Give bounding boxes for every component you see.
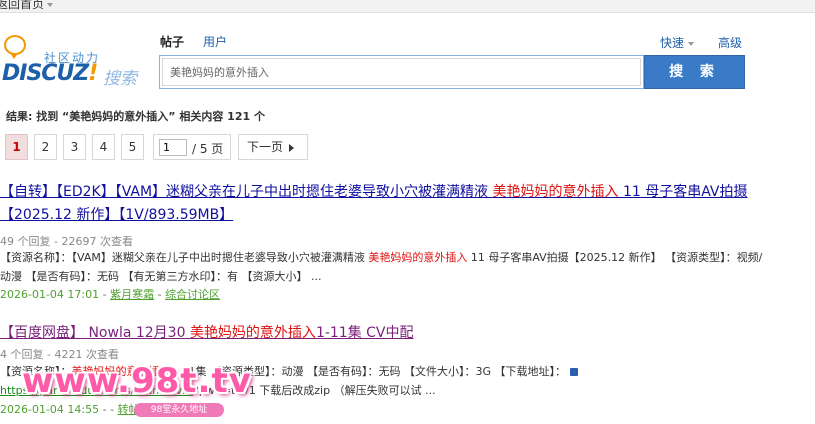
watermark-subtext: 98堂永久地址 [134, 403, 224, 417]
result-stats: 4 个回复 - 4221 次查看 [0, 348, 119, 361]
page-button[interactable]: 2 [34, 134, 57, 160]
search-button[interactable]: 搜 索 [644, 55, 745, 89]
next-page-button[interactable]: 下一页 [238, 134, 308, 160]
logo-brand-text: DISCUZ! [2, 61, 98, 86]
top-bar: 返回首页 [0, 0, 815, 13]
result-summary: 结果: 找到 “美艳妈妈的意外插入” 相关内容 121 个 [6, 110, 265, 123]
logo-brand-bang: ! [88, 61, 98, 86]
speech-bubble-icon [4, 35, 26, 59]
tab-posts[interactable]: 帖子 [160, 33, 184, 50]
back-home-label: 返回首页 [0, 0, 45, 11]
site-logo[interactable]: 社区动力 DISCUZ! 搜索 [0, 31, 150, 89]
back-home-link[interactable]: 返回首页 [0, 0, 54, 11]
arrow-right-icon [289, 143, 295, 152]
next-page-label: 下一页 [247, 140, 284, 154]
logo-brand-word: DISCUZ [2, 61, 89, 86]
title-text: 【自转】【ED2K】【VAM】迷糊父亲在儿子中出时摁住老婆导致小穴被灌满精液 [0, 184, 493, 200]
title-text: 【百度网盘】 Nowla 12月30 [0, 325, 190, 341]
author-link[interactable]: 紫月寒霜 [110, 288, 154, 301]
post-date: 2026-01-04 17:01 [0, 288, 100, 301]
result-title-link[interactable]: 【百度网盘】 Nowla 12月30 美艳妈妈的意外插入1-11集 CV中配 [0, 322, 765, 345]
tab-users[interactable]: 用户 [203, 33, 227, 50]
search-box [159, 55, 644, 89]
logo-search-word: 搜索 [103, 69, 137, 89]
title-highlight: 美艳妈妈的意外插入 [492, 184, 619, 200]
page-jump: / 5 页 [153, 134, 231, 160]
page-jump-input[interactable] [159, 139, 187, 156]
result-meta: 2026-01-04 17:01 - 紫月寒霜 - 综合讨论区 [0, 286, 220, 302]
result-title-link[interactable]: 【自转】【ED2K】【VAM】迷糊父亲在儿子中出时摁住老婆导致小穴被灌满精液 美… [0, 181, 765, 227]
lock-icon [569, 368, 578, 376]
meta-separator: - [154, 288, 166, 301]
chevron-down-icon [688, 41, 695, 46]
title-text: 1-11集 CV中配 [315, 325, 414, 341]
page-button[interactable]: 4 [92, 134, 115, 160]
page-button-current[interactable]: 1 [5, 134, 28, 160]
forum-link[interactable]: 综合讨论区 [165, 288, 220, 301]
result-stats: 49 个回复 - 22697 次查看 [0, 235, 133, 248]
quick-search-dropdown[interactable]: 快速 [660, 34, 695, 51]
result-snippet: 【资源名称】：【VAM】迷糊父亲在儿子中出时摁住老婆导致小穴被灌满精液 美艳妈妈… [0, 248, 770, 286]
search-result: 【自转】【ED2K】【VAM】迷糊父亲在儿子中出时摁住老婆导致小穴被灌满精液 美… [0, 181, 815, 303]
chevron-down-icon [47, 2, 54, 7]
snippet-highlight: 美艳妈妈的意外插入 [368, 251, 468, 264]
advanced-search-link[interactable]: 高级 [718, 34, 742, 51]
watermark-text: www.98t.tv [22, 361, 252, 401]
page-total: / 5 页 [192, 142, 224, 156]
site-watermark: www.98t.tv 98堂永久地址 [22, 361, 251, 421]
meta-separator: - [99, 288, 111, 301]
search-input[interactable] [162, 58, 641, 86]
page-button[interactable]: 3 [63, 134, 86, 160]
quick-search-label: 快速 [660, 36, 685, 50]
snippet-text: 【资源名称】：【VAM】迷糊父亲在儿子中出时摁住老婆导致小穴被灌满精液 [0, 251, 369, 264]
page-button[interactable]: 5 [121, 134, 144, 160]
title-highlight: 美艳妈妈的意外插入 [189, 325, 316, 341]
